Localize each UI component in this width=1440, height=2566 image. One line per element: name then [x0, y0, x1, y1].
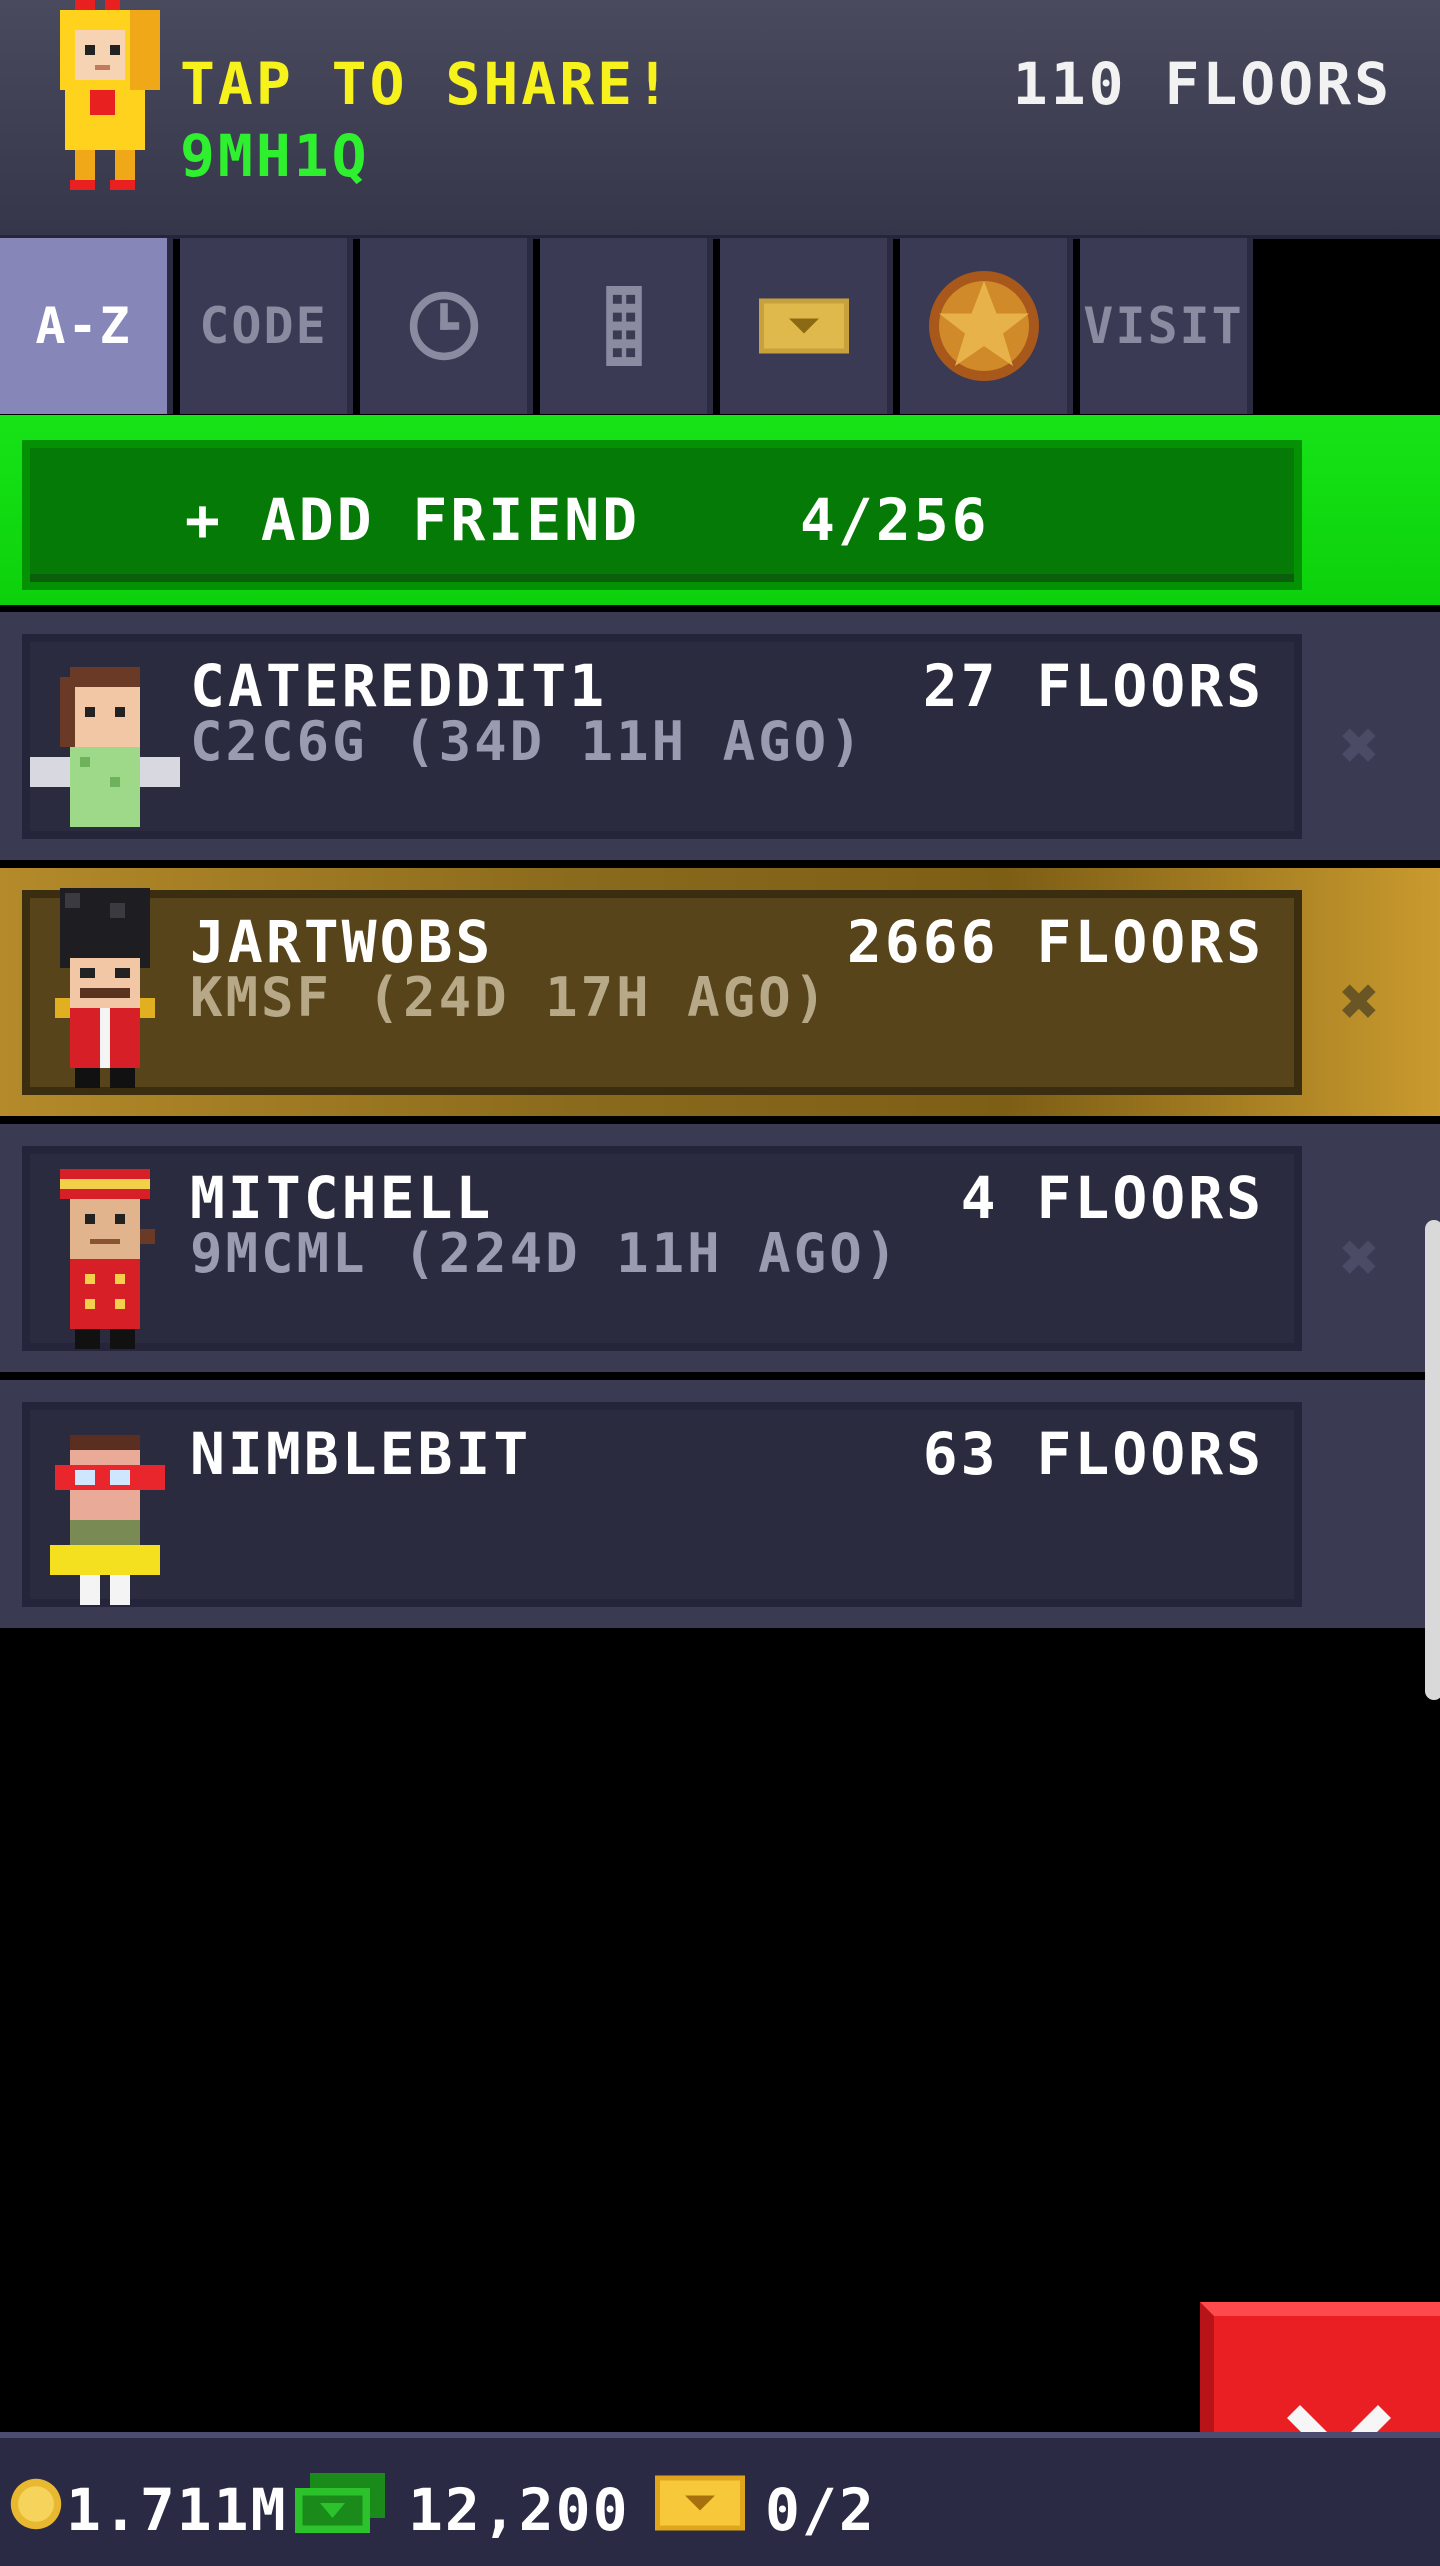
friend-row[interactable]: NIMBLEBIT 63 FLOORS: [0, 1380, 1440, 1628]
friend-card[interactable]: NIMBLEBIT 63 FLOORS: [22, 1402, 1302, 1607]
player-avatar: [60, 0, 160, 190]
friend-avatar: [50, 1435, 165, 1605]
remove-friend-close-icon[interactable]: ✖: [1340, 1219, 1380, 1296]
friend-card[interactable]: JARTWOBS 2666 FLOORS KMSF (24D 17H AGO): [22, 890, 1302, 1095]
friend-card[interactable]: MITCHELL 4 FLOORS 9MCML (224D 11H AGO): [22, 1146, 1302, 1351]
tab-visit[interactable]: VISIT: [1080, 238, 1253, 414]
ticket-icon: [655, 2475, 745, 2531]
friend-card[interactable]: CATEREDDIT1 27 FLOORS C2C6G (34D 11H AGO…: [22, 634, 1302, 839]
friend-floors: 4 FLOORS: [960, 1164, 1264, 1232]
bux-value: 12,200: [408, 2476, 630, 2544]
add-friend-label: + ADD FRIEND: [185, 486, 641, 554]
friend-floors: 27 FLOORS: [922, 652, 1264, 720]
friend-name: NIMBLEBIT: [190, 1420, 532, 1488]
tab-a-z[interactable]: A-Z: [0, 238, 173, 414]
coins-value: 1.711M: [66, 2476, 288, 2544]
player-floors: 110 FLOORS: [1012, 50, 1392, 118]
tab-a-z-label: A-Z: [35, 297, 132, 355]
bux-icon: [295, 2473, 385, 2533]
scrollbar[interactable]: [1425, 1220, 1440, 1700]
friend-code-time: C2C6G (34D 11H AGO): [190, 710, 865, 773]
tab-code-label: CODE: [199, 297, 328, 355]
friend-floors: 2666 FLOORS: [846, 908, 1264, 976]
tickets-value: 0/2: [765, 2476, 876, 2544]
remove-friend-close-icon[interactable]: ✖: [1340, 707, 1380, 784]
player-code: 9MH1Q: [180, 122, 370, 190]
building-icon: [605, 286, 642, 366]
add-friend-button[interactable]: + ADD FRIEND 4/256: [22, 440, 1302, 590]
friend-code-time: 9MCML (224D 11H AGO): [190, 1222, 901, 1285]
tab-vip[interactable]: [900, 238, 1073, 414]
tap-to-share-label[interactable]: TAP TO SHARE!: [180, 50, 673, 118]
tab-recent[interactable]: [360, 238, 533, 414]
tab-visit-label: VISIT: [1083, 297, 1244, 355]
tab-tickets[interactable]: [720, 238, 893, 414]
ticket-icon: [758, 298, 849, 354]
friend-code-time: KMSF (24D 17H AGO): [190, 966, 830, 1029]
friend-row[interactable]: MITCHELL 4 FLOORS 9MCML (224D 11H AGO) ✖: [0, 1124, 1440, 1372]
clock-icon: [409, 291, 478, 361]
tab-floors[interactable]: [540, 238, 713, 414]
sort-tabs: A-Z CODE VISIT: [0, 238, 1260, 414]
share-header[interactable]: TAP TO SHARE! 9MH1Q 110 FLOORS: [0, 0, 1440, 239]
remove-friend-close-icon[interactable]: ✖: [1340, 963, 1380, 1040]
friend-floors: 63 FLOORS: [922, 1420, 1264, 1488]
star-medal-icon: [928, 271, 1039, 381]
currency-bar: 1.711M 12,200 0/2: [0, 2432, 1440, 2566]
friend-avatar: [55, 888, 155, 1088]
friend-count: 4/256: [800, 486, 990, 554]
friend-row[interactable]: CATEREDDIT1 27 FLOORS C2C6G (34D 11H AGO…: [0, 612, 1440, 860]
tab-code[interactable]: CODE: [180, 238, 353, 414]
friend-avatar: [30, 667, 180, 827]
friend-row[interactable]: JARTWOBS 2666 FLOORS KMSF (24D 17H AGO) …: [0, 868, 1440, 1116]
coin-icon: [10, 2478, 62, 2530]
friend-avatar: [60, 1169, 155, 1349]
